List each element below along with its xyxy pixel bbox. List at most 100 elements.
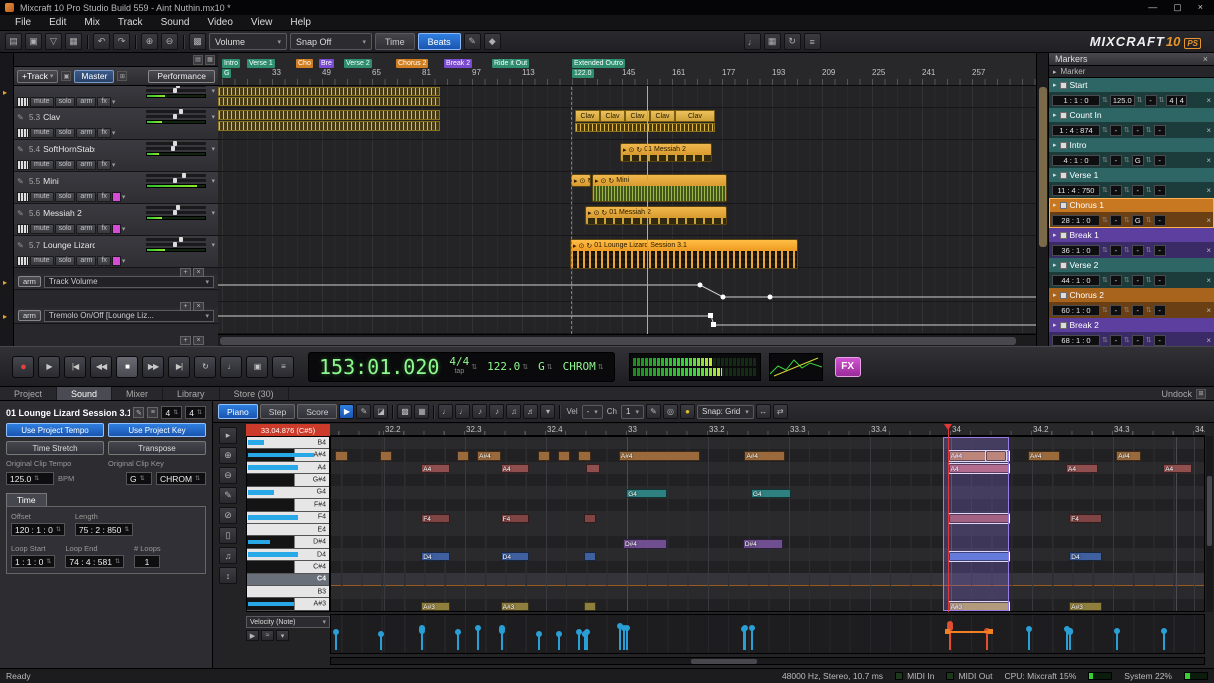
volume-slider[interactable] bbox=[146, 174, 206, 177]
marker-timesig-field[interactable]: - bbox=[1154, 245, 1166, 256]
master-icon[interactable]: ▣ bbox=[61, 71, 71, 81]
midi-note-As4[interactable] bbox=[578, 451, 590, 461]
chevron-right-icon[interactable]: ▸ bbox=[1053, 261, 1057, 269]
marker-key-field[interactable]: G bbox=[1132, 155, 1144, 166]
track-menu-icon[interactable]: ▾ bbox=[211, 209, 215, 217]
clip-sync-icon[interactable]: ↻ bbox=[586, 242, 592, 250]
marker-item-break-2[interactable]: ▸Break 268 : 1 : 0⇅-⇅-⇅-× bbox=[1049, 318, 1214, 346]
marker-position-field[interactable]: 4 : 1 : 0 bbox=[1052, 155, 1100, 166]
marker-name-row[interactable]: ▸Break 2 bbox=[1049, 318, 1214, 332]
midi-clip-fragment[interactable] bbox=[218, 97, 440, 106]
pencil-tool-icon[interactable]: ✎ bbox=[356, 404, 371, 419]
marker-item-start[interactable]: ▸Start1 : 1 : 0⇅125.0⇅-⇅4 | 4× bbox=[1049, 78, 1214, 108]
clip-loop-icon[interactable]: ⊙ bbox=[601, 177, 607, 185]
clip-01-lounge-lizard-session-3-1[interactable]: ▸⊙↻01 Lounge Lizard Session 3.1 bbox=[570, 239, 798, 269]
marker-name-row[interactable]: ▸Verse 1 bbox=[1049, 168, 1214, 182]
metronome-button[interactable]: ♩ bbox=[220, 356, 242, 378]
scroll-tool-icon[interactable]: ↕ bbox=[219, 567, 237, 584]
midi-clip-fragment[interactable] bbox=[218, 87, 440, 96]
edit-icon[interactable]: ✎ bbox=[133, 407, 144, 418]
midi-note-As4[interactable] bbox=[457, 451, 469, 461]
marker-item-intro[interactable]: ▸Intro4 : 1 : 0⇅-⇅G⇅-× bbox=[1049, 138, 1214, 168]
midi-note-A4[interactable] bbox=[586, 464, 601, 474]
marker-timesig-field[interactable]: 4 | 4 bbox=[1166, 95, 1186, 106]
midi-note-As4[interactable]: A#4 bbox=[744, 451, 785, 461]
marker-position-field[interactable]: 36 : 1 : 0 bbox=[1052, 245, 1100, 256]
marker-timesig-field[interactable]: - bbox=[1154, 275, 1166, 286]
time-display[interactable]: 153:01.020 bbox=[319, 355, 439, 379]
spinner-icon[interactable]: ⇅ bbox=[1124, 336, 1130, 344]
spinner-icon[interactable]: ⇅ bbox=[56, 526, 61, 533]
velocity-stem[interactable] bbox=[421, 631, 423, 650]
edit-track-icon[interactable]: ✎ bbox=[17, 209, 26, 218]
midi-note-As4[interactable]: A#4 bbox=[1116, 451, 1140, 461]
spinner-icon[interactable]: ⇅ bbox=[1102, 126, 1108, 134]
note-grid[interactable]: A#4A#4A#4A#4A#4A#4A4A4A4A4A4G4G4F4F4F4D#… bbox=[330, 436, 1205, 612]
clip-loop-icon[interactable]: ⊙ bbox=[579, 242, 585, 250]
pan-slider[interactable] bbox=[146, 243, 206, 246]
marker-name-row[interactable]: ▸Count In bbox=[1049, 108, 1214, 122]
spinner-icon[interactable]: ⇅ bbox=[1124, 306, 1130, 314]
piano-key-As4[interactable]: A#4 bbox=[247, 449, 329, 461]
chevron-right-icon[interactable]: ▸ bbox=[1053, 141, 1057, 149]
clip-sig-numerator[interactable]: 4⇅ bbox=[161, 406, 182, 419]
chevron-down-icon[interactable]: ▾ bbox=[122, 257, 126, 265]
chevron-right-icon[interactable]: ▸ bbox=[1053, 231, 1057, 239]
fx-button[interactable]: fx bbox=[97, 256, 110, 266]
arm-button[interactable]: arm bbox=[76, 97, 96, 107]
mute-button[interactable]: mute bbox=[30, 128, 54, 138]
timeline-marker-flag[interactable]: Verse 1 bbox=[247, 59, 275, 68]
track-menu-icon[interactable]: ▾ bbox=[211, 113, 215, 121]
marker-tempo-field[interactable]: - bbox=[1110, 155, 1122, 166]
marker-name-row[interactable]: ▸Chorus 2 bbox=[1049, 288, 1214, 302]
tab-piano[interactable]: Piano bbox=[218, 404, 258, 419]
play-tool-icon[interactable]: ▶ bbox=[339, 404, 354, 419]
volume-slider[interactable] bbox=[146, 86, 206, 87]
piano-key-E4[interactable]: E4 bbox=[247, 524, 329, 536]
velocity-select[interactable]: -▾ bbox=[582, 405, 603, 419]
timeline-marker-flag[interactable]: Cho bbox=[296, 59, 313, 68]
playhead-marker-icon[interactable] bbox=[944, 424, 952, 434]
clip-play-icon[interactable]: ▸ bbox=[573, 242, 577, 250]
scale-display[interactable]: CHROM bbox=[563, 360, 596, 373]
velocity-stem[interactable] bbox=[501, 631, 503, 650]
marker-name-row[interactable]: ▸Intro bbox=[1049, 138, 1214, 152]
timeline-ruler[interactable]: 1733496581971131291451611771932092252412… bbox=[218, 53, 1036, 86]
velocity-stem[interactable] bbox=[457, 632, 459, 650]
add-lane-button[interactable]: + bbox=[180, 268, 191, 277]
spinner-icon[interactable]: ⇅ bbox=[1102, 186, 1108, 194]
solo-button[interactable]: solo bbox=[55, 97, 76, 107]
midi-note-D4[interactable]: D4 bbox=[501, 552, 529, 562]
collapse-arrow-icon[interactable]: ▸ bbox=[3, 88, 7, 97]
orig-scale-field[interactable]: CHROM⇅ bbox=[156, 472, 206, 485]
midi-note-Ds4[interactable]: D#4 bbox=[623, 539, 668, 549]
tempo-display[interactable]: 122.0 bbox=[487, 360, 520, 373]
pan-slider[interactable] bbox=[146, 211, 206, 214]
edit-track-icon[interactable]: ✎ bbox=[17, 113, 26, 122]
chevron-down-icon[interactable]: ▾ bbox=[112, 129, 116, 137]
orig-key-field[interactable]: G⇅ bbox=[126, 472, 152, 485]
track-header-partial[interactable]: ▾mutesoloarmfx▾ bbox=[14, 86, 218, 108]
track-menu-icon[interactable]: ▾ bbox=[211, 87, 215, 95]
midi-note-As4[interactable] bbox=[538, 451, 550, 461]
piano-key-D4[interactable]: D4 bbox=[247, 549, 329, 561]
delete-marker-icon[interactable]: × bbox=[1206, 96, 1211, 105]
master-fx-button[interactable]: FX bbox=[835, 357, 861, 377]
edit-track-icon[interactable]: ✎ bbox=[17, 177, 26, 186]
marker-timesig-field[interactable]: - bbox=[1154, 185, 1166, 196]
spinner-icon[interactable]: ⇅ bbox=[1124, 156, 1130, 164]
fx-button[interactable]: fx bbox=[97, 192, 110, 202]
track-header-mini[interactable]: ✎5.5Mini▾mutesoloarmfx▾ bbox=[14, 172, 218, 204]
delete-marker-icon[interactable]: × bbox=[1206, 306, 1211, 315]
orig-tempo-field[interactable]: 125.0⇅ bbox=[6, 472, 54, 485]
delete-marker-icon[interactable]: × bbox=[1206, 246, 1211, 255]
key-display[interactable]: G bbox=[538, 360, 545, 373]
record-button[interactable]: ● bbox=[12, 356, 34, 378]
use-project-key-button[interactable]: Use Project Key bbox=[108, 423, 206, 437]
select-tool-icon[interactable]: ▸ bbox=[219, 427, 237, 444]
velocity-stem[interactable] bbox=[743, 629, 745, 650]
marker-position-field[interactable]: 1 : 4 : 874 bbox=[1052, 125, 1100, 136]
spinner-icon[interactable]: ⇅ bbox=[1102, 246, 1108, 254]
chevron-down-icon[interactable]: ▾ bbox=[112, 98, 116, 106]
time-stretch-button[interactable]: Time Stretch bbox=[6, 441, 104, 455]
